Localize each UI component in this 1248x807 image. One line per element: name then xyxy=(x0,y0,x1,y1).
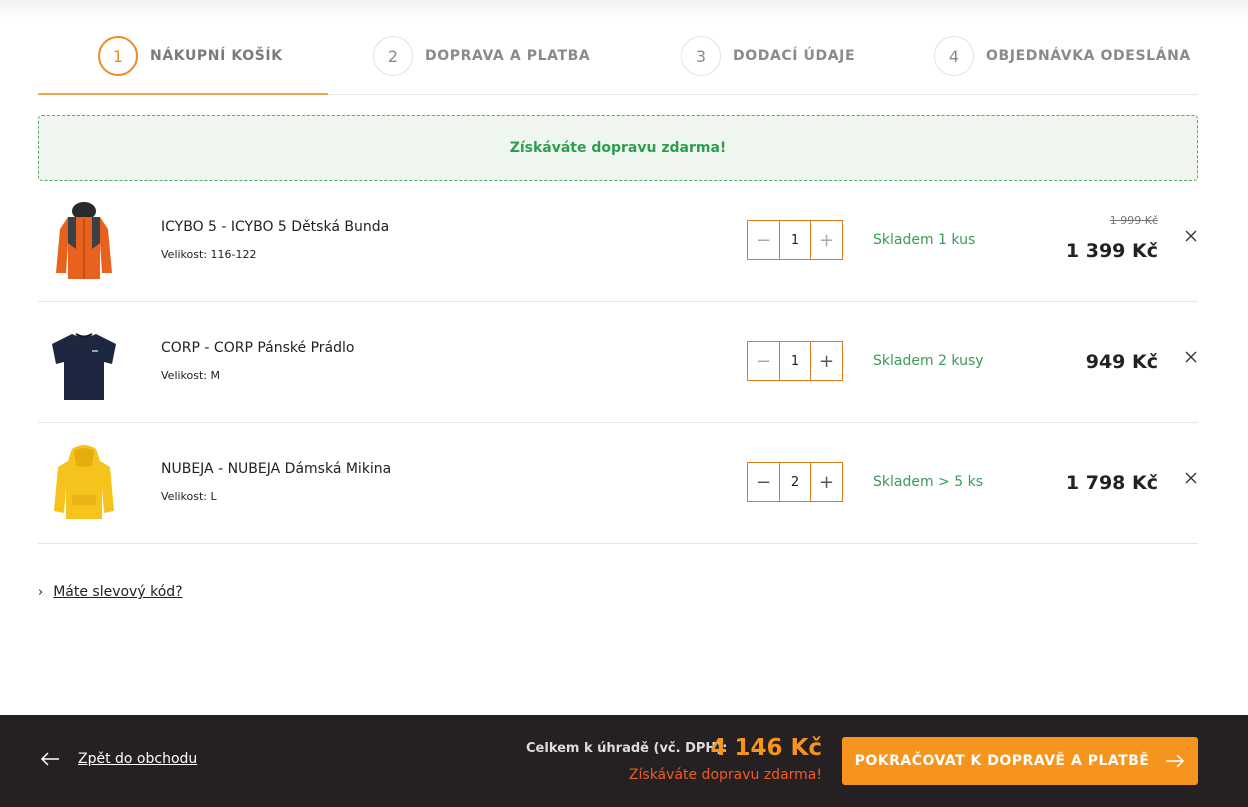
product-name[interactable]: ICYBO 5 - ICYBO 5 Dětská Bunda xyxy=(161,219,389,235)
continue-button-label: POKRAČOVAT K DOPRAVĚ A PLATBĚ xyxy=(854,753,1150,769)
increase-quantity-button[interactable]: + xyxy=(811,463,842,501)
quantity-stepper: − 1 + xyxy=(747,220,843,260)
free-shipping-banner: Získáváte dopravu zdarma! xyxy=(38,115,1198,181)
back-to-shop-label: Zpět do obchodu xyxy=(78,751,198,767)
product-name[interactable]: NUBEJA - NUBEJA Dámská Mikina xyxy=(161,461,391,477)
quantity-stepper: − 1 + xyxy=(747,341,843,381)
decrease-quantity-button[interactable]: − xyxy=(748,221,779,259)
step-delivery-details[interactable]: 3 DODACÍ ÚDAJE xyxy=(681,36,855,76)
discount-code-toggle[interactable]: › Máte slevový kód? xyxy=(38,584,183,600)
stock-status: Skladem 2 kusy xyxy=(873,353,984,369)
active-step-underline xyxy=(38,93,328,95)
arrow-right-icon xyxy=(1166,754,1185,768)
quantity-value[interactable]: 2 xyxy=(779,463,811,501)
step-label: DODACÍ ÚDAJE xyxy=(733,48,856,64)
product-name[interactable]: CORP - CORP Pánské Prádlo xyxy=(161,340,354,356)
cart-item: CORP - CORP Pánské Prádlo Velikost: M − … xyxy=(38,302,1198,423)
stock-status: Skladem 1 kus xyxy=(873,232,976,248)
back-to-shop-link[interactable]: Zpět do obchodu xyxy=(40,751,197,767)
step-number: 2 xyxy=(373,36,413,76)
quantity-value[interactable]: 1 xyxy=(779,221,811,259)
step-number: 1 xyxy=(98,36,138,76)
quantity-stepper: − 2 + xyxy=(747,462,843,502)
remove-item-icon[interactable] xyxy=(1184,350,1198,364)
total-label: Celkem k úhradě (vč. DPH): xyxy=(526,741,728,756)
product-size: Velikost: M xyxy=(161,369,220,382)
decrease-quantity-button[interactable]: − xyxy=(748,342,779,380)
product-size: Velikost: 116-122 xyxy=(161,248,257,261)
remove-item-icon[interactable] xyxy=(1184,471,1198,485)
checkout-steps: 1 NÁKUPNÍ KOŠÍK 2 DOPRAVA A PLATBA 3 DOD… xyxy=(38,0,1198,95)
increase-quantity-button[interactable]: + xyxy=(811,221,842,259)
free-shipping-note: Získáváte dopravu zdarma! xyxy=(628,767,822,783)
chevron-right-icon: › xyxy=(38,584,44,600)
jacket-image[interactable] xyxy=(46,199,122,283)
decrease-quantity-button[interactable]: − xyxy=(748,463,779,501)
step-shipping[interactable]: 2 DOPRAVA A PLATBA xyxy=(373,36,590,76)
step-cart[interactable]: 1 NÁKUPNÍ KOŠÍK xyxy=(98,36,283,76)
item-price: 1 399 Kč xyxy=(1065,240,1158,262)
step-number: 3 xyxy=(681,36,721,76)
tshirt-image[interactable] xyxy=(46,320,122,404)
item-price: 949 Kč xyxy=(1085,351,1158,373)
old-price: 1 999 Kč xyxy=(1109,214,1158,227)
remove-item-icon[interactable] xyxy=(1184,229,1198,243)
step-label: NÁKUPNÍ KOŠÍK xyxy=(150,48,283,64)
continue-to-shipping-button[interactable]: POKRAČOVAT K DOPRAVĚ A PLATBĚ xyxy=(842,737,1198,785)
product-size: Velikost: L xyxy=(161,490,217,503)
step-label: DOPRAVA A PLATBA xyxy=(425,48,591,64)
arrow-left-icon xyxy=(40,752,59,766)
step-label: OBJEDNÁVKA ODESLÁNA xyxy=(986,48,1191,64)
cart-item: ICYBO 5 - ICYBO 5 Dětská Bunda Velikost:… xyxy=(38,181,1198,302)
item-price: 1 798 Kč xyxy=(1065,472,1158,494)
step-order-sent[interactable]: 4 OBJEDNÁVKA ODESLÁNA xyxy=(934,36,1191,76)
quantity-value[interactable]: 1 xyxy=(779,342,811,380)
cart-item: NUBEJA - NUBEJA Dámská Mikina Velikost: … xyxy=(38,423,1198,544)
checkout-footer: Zpět do obchodu Celkem k úhradě (vč. DPH… xyxy=(0,715,1248,807)
total-value: 4 146 Kč xyxy=(710,735,823,761)
stock-status: Skladem > 5 ks xyxy=(873,474,983,490)
hoodie-image[interactable] xyxy=(46,441,122,525)
increase-quantity-button[interactable]: + xyxy=(811,342,842,380)
discount-code-link[interactable]: Máte slevový kód? xyxy=(53,584,182,600)
step-number: 4 xyxy=(934,36,974,76)
